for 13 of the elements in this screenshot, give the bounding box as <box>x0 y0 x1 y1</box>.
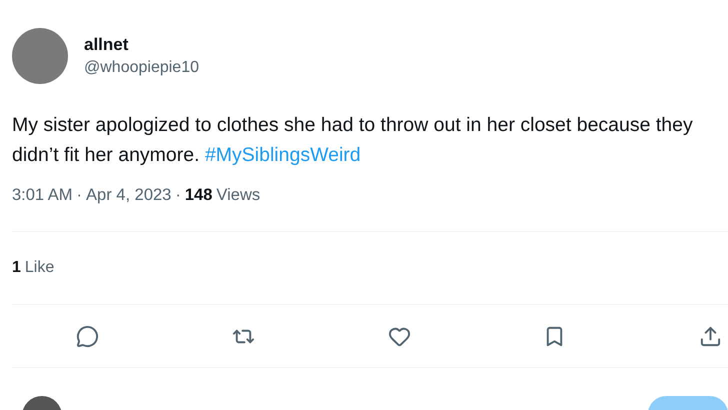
reply-icon[interactable] <box>76 324 99 348</box>
views-count: 148 <box>184 186 212 205</box>
author-name: allnet <box>84 35 130 55</box>
author-handle: @whoopiepie10 <box>84 59 199 77</box>
likes-count[interactable]: 1 <box>12 259 21 277</box>
post-date: Apr 4, 2023 <box>86 186 172 205</box>
post-text: My sister apologized to clothes she had to throw out in her closet because they didn’t fit her anymore. #MySiblingsWeird <box>12 113 694 168</box>
post-time: 3:01 AM <box>12 186 73 205</box>
separator-dot: · <box>76 186 82 205</box>
separator-dot: · <box>175 186 181 205</box>
views-label: Views <box>216 186 260 205</box>
share-icon[interactable] <box>699 324 722 348</box>
likes-label[interactable]: Like <box>24 259 54 277</box>
